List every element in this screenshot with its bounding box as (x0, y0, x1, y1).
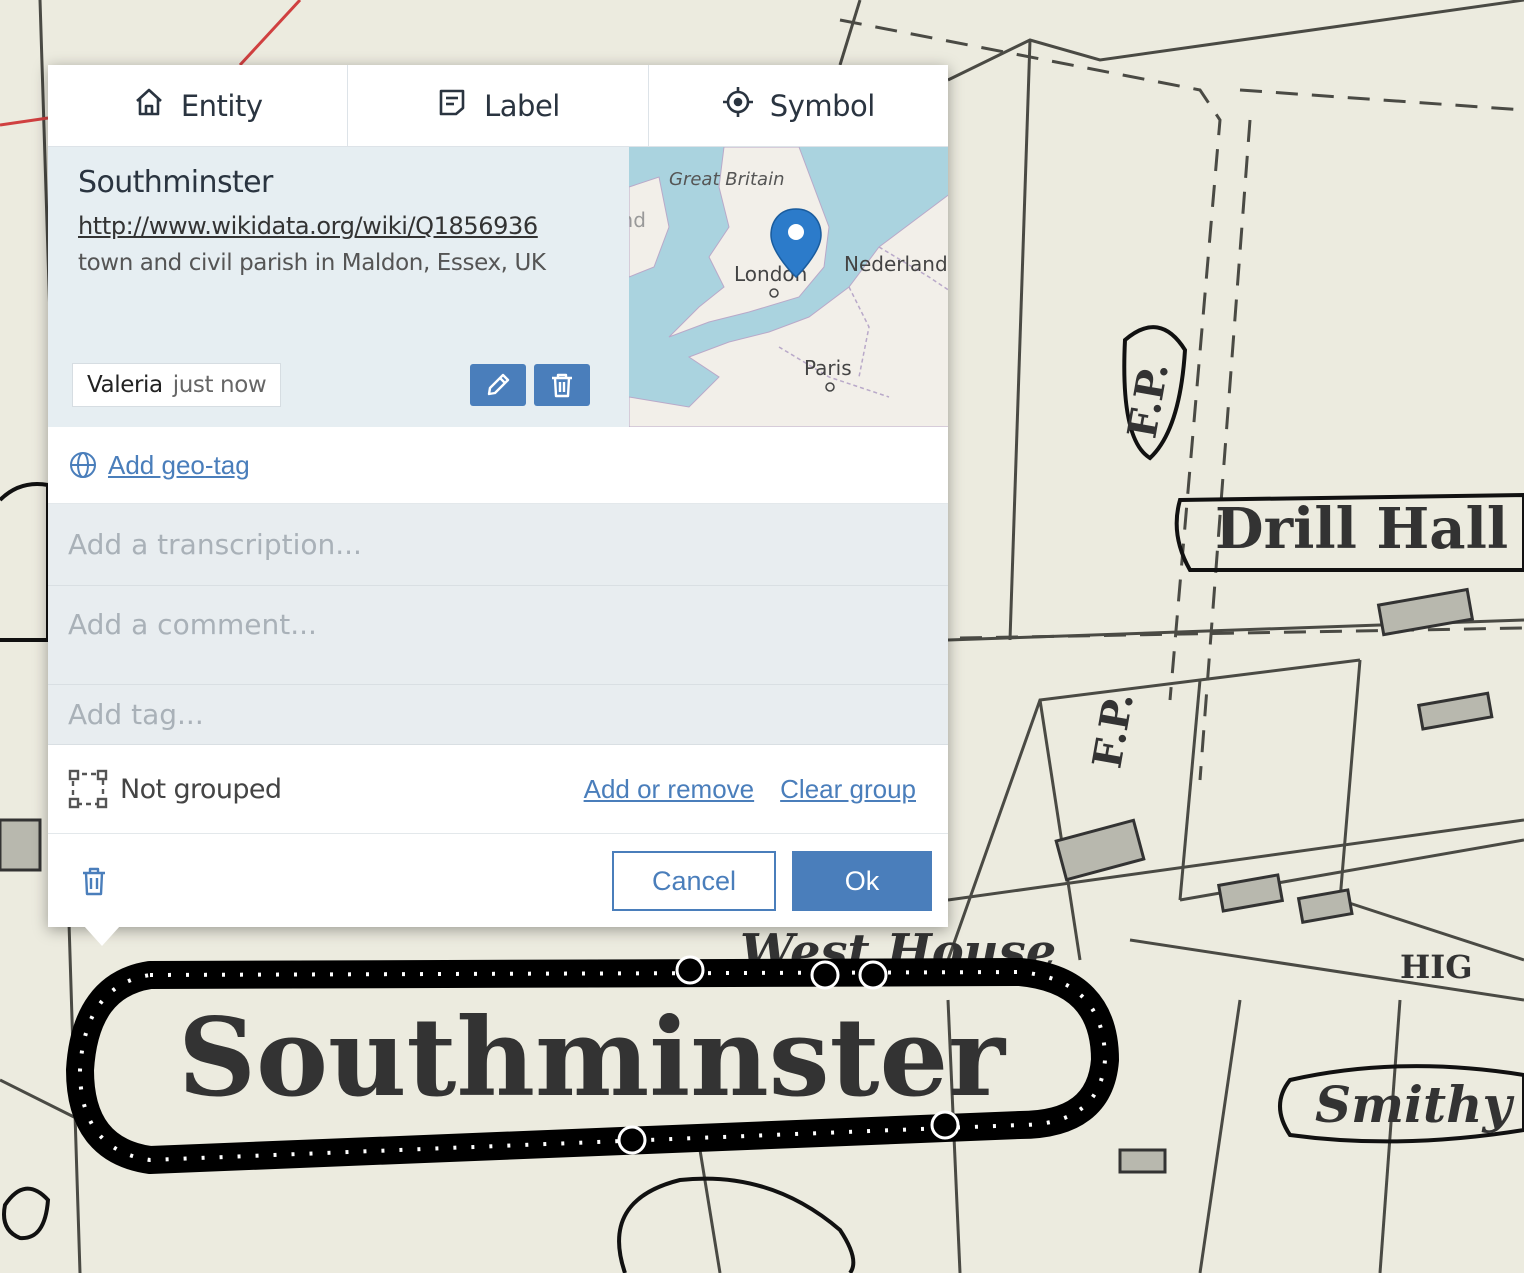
minimap-label-paris: Paris (804, 356, 852, 380)
add-geotag-link[interactable]: Add geo-tag (108, 450, 250, 481)
minimap-label-nederland: Nederland (844, 252, 948, 276)
tab-symbol[interactable]: Symbol (649, 65, 948, 146)
add-remove-group-link[interactable]: Add or remove (584, 774, 755, 805)
entity-location-minimap[interactable]: Great Britain Éire / Ireland London Nede… (629, 147, 948, 427)
entity-description: town and civil parish in Maldon, Essex, … (78, 250, 546, 276)
group-status: Not grouped (120, 773, 282, 805)
edit-entity-button[interactable] (470, 364, 526, 406)
tab-symbol-label: Symbol (769, 88, 876, 123)
map-label-southminster: Southminster (178, 995, 1007, 1121)
tab-entity-label: Entity (180, 88, 263, 123)
tab-label-label: Label (484, 88, 560, 123)
delete-entity-button[interactable] (534, 364, 590, 406)
entity-title: Southminster (78, 165, 273, 200)
map-label-drill-hall: Drill Hall (1215, 496, 1508, 562)
transcription-input[interactable]: Add a transcription... (48, 504, 948, 586)
creator-badge: Valeria just now (72, 363, 282, 407)
delete-annotation-icon[interactable] (80, 866, 108, 896)
label-icon (436, 86, 468, 125)
tab-label[interactable]: Label (348, 65, 649, 146)
editor-tabs: Entity Label Symbol (48, 65, 948, 147)
comment-placeholder: Add a comment... (68, 608, 317, 641)
ok-button[interactable]: Ok (792, 851, 932, 911)
popup-footer: Cancel Ok (48, 834, 948, 926)
map-label-smithy: Smithy (1315, 1075, 1514, 1134)
minimap-label-ireland: Éire / Ireland (629, 208, 646, 232)
clear-group-link[interactable]: Clear group (780, 774, 916, 805)
cancel-button[interactable]: Cancel (612, 851, 776, 911)
pencil-icon (487, 373, 510, 396)
grouping-row: Not grouped Add or remove Clear group (48, 745, 948, 834)
group-icon (68, 769, 108, 809)
comment-input[interactable]: Add a comment... (48, 586, 948, 685)
globe-icon (70, 452, 96, 478)
crosshair-icon (722, 86, 754, 125)
transcription-placeholder: Add a transcription... (68, 528, 362, 561)
tag-placeholder: Add tag... (68, 698, 204, 731)
entity-uri-link[interactable]: http://www.wikidata.org/wiki/Q1856936 (78, 212, 538, 240)
entity-card: Southminster http://www.wikidata.org/wik… (48, 147, 948, 427)
minimap-label-great-britain: Great Britain (669, 169, 784, 190)
creator-timestamp: just now (172, 372, 267, 398)
tag-input[interactable]: Add tag... (48, 685, 948, 745)
geotag-row: Add geo-tag (48, 427, 948, 504)
minimap-label-d: D (947, 286, 948, 310)
trash-icon (552, 373, 572, 398)
popup-pointer (84, 926, 120, 946)
tab-entity[interactable]: Entity (48, 65, 349, 146)
map-label-hig: HIG (1400, 948, 1473, 986)
creator-name: Valeria (87, 372, 163, 398)
annotation-editor-popup: Entity Label Symbol Southminster http://… (48, 65, 948, 927)
home-icon (133, 86, 165, 125)
